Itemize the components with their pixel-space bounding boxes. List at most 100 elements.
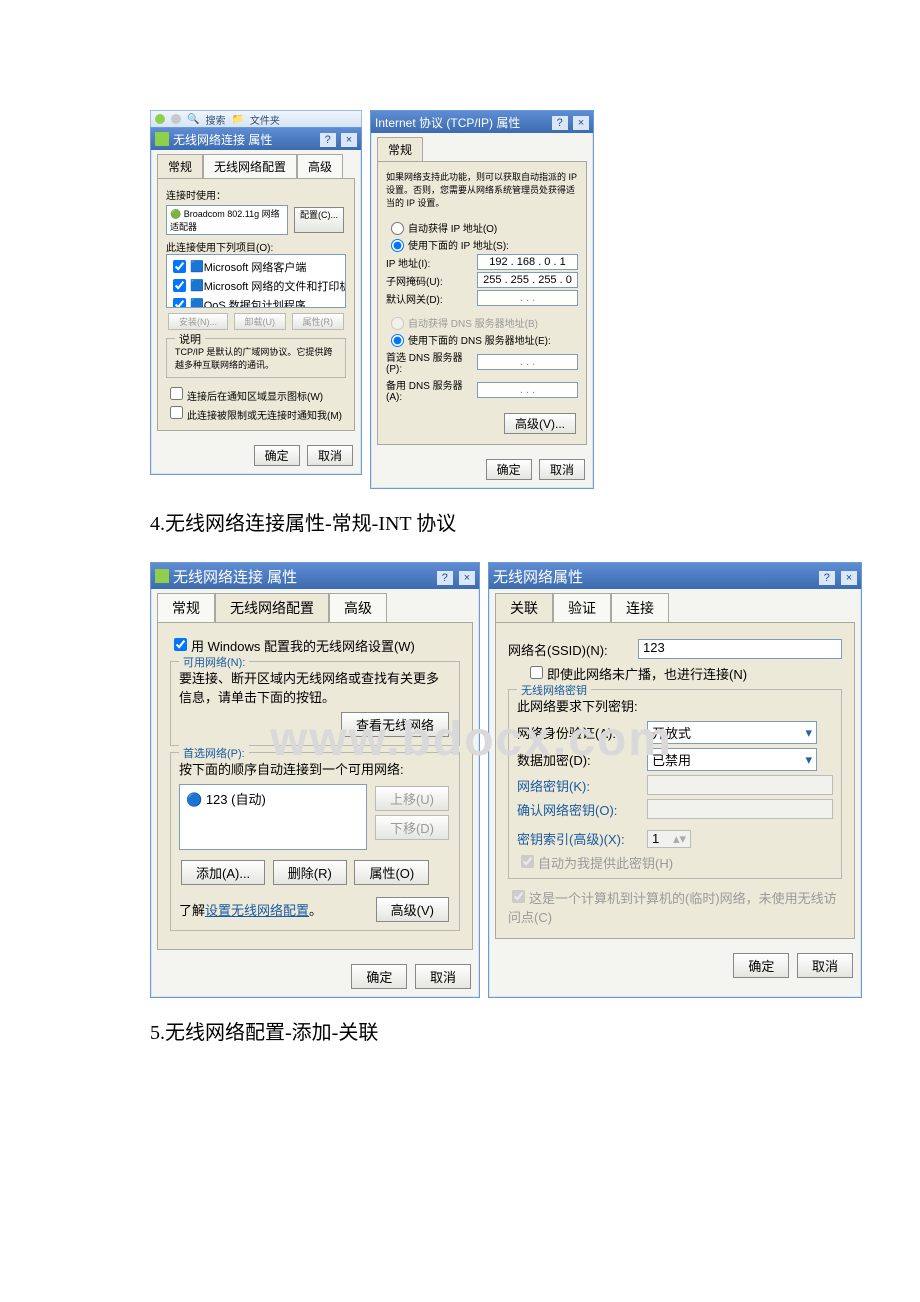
tab-wireless-config[interactable]: 无线网络配置	[215, 593, 329, 622]
ok-button[interactable]: 确定	[254, 445, 300, 466]
items-listbox[interactable]: 🟦Microsoft 网络客户端 🟦Microsoft 网络的文件和打印机共享 …	[166, 254, 346, 308]
toolbar-folders: 文件夹	[250, 112, 280, 127]
list-item-label: Microsoft 网络客户端	[204, 259, 307, 275]
window-title: 无线网络属性	[493, 566, 583, 587]
tab-authentication[interactable]: 验证	[553, 593, 611, 622]
close-button[interactable]: ×	[573, 116, 589, 130]
cancel-button[interactable]: 取消	[539, 459, 585, 480]
cancel-button[interactable]: 取消	[415, 964, 471, 989]
item-checkbox[interactable]	[173, 279, 186, 292]
spinner-icon: ▴▾	[673, 831, 686, 847]
explorer-toolbar: 🔍搜索 📁文件夹	[150, 110, 362, 127]
preferred-item: 123 (自动)	[206, 792, 266, 807]
tab-general[interactable]: 常规	[157, 154, 203, 178]
network-key-input	[647, 775, 833, 795]
auth-label: 网络身份验证(A):	[517, 723, 647, 742]
properties-button: 属性(R)	[292, 313, 345, 330]
auto-ip-radio[interactable]	[391, 222, 404, 235]
preferred-list[interactable]: 🔵 123 (自动)	[179, 784, 367, 850]
title-bar: Internet 协议 (TCP/IP) 属性 ? ×	[371, 111, 593, 133]
caption-4: 4.无线网络连接属性-常规-INT 协议	[150, 507, 920, 536]
window-icon	[155, 569, 169, 583]
ok-button[interactable]: 确定	[486, 459, 532, 480]
auto-ip-label: 自动获得 IP 地址(O)	[408, 220, 497, 235]
tab-association[interactable]: 关联	[495, 593, 553, 622]
notify-checkbox[interactable]	[170, 406, 183, 419]
install-button: 安装(N)...	[168, 313, 228, 330]
advanced-button[interactable]: 高级(V)...	[504, 413, 576, 434]
windows-config-checkbox[interactable]	[174, 638, 187, 651]
adhoc-label: 这是一个计算机到计算机的(临时)网络，未使用无线访问点(C)	[508, 891, 837, 925]
help-button[interactable]: ?	[320, 133, 336, 147]
uninstall-button: 卸载(U)	[234, 313, 287, 330]
close-button[interactable]: ×	[459, 571, 475, 585]
auto-provide-key-label: 自动为我提供此密钥(H)	[538, 856, 673, 871]
confirm-key-label: 确认网络密钥(O):	[517, 800, 647, 819]
help-button[interactable]: ?	[819, 571, 835, 585]
window-title: Internet 协议 (TCP/IP) 属性	[375, 114, 520, 131]
close-button[interactable]: ×	[341, 133, 357, 147]
ok-button[interactable]: 确定	[351, 964, 407, 989]
auto-dns-radio	[391, 317, 404, 330]
view-wireless-button[interactable]: 查看无线网络	[341, 712, 449, 737]
dns2-input[interactable]: . . .	[477, 382, 578, 398]
tab-general[interactable]: 常规	[377, 137, 423, 161]
learn-label: 了解	[179, 903, 205, 918]
tab-connection[interactable]: 连接	[611, 593, 669, 622]
auto-dns-label: 自动获得 DNS 服务器地址(B)	[408, 315, 538, 330]
auto-provide-key-checkbox	[521, 855, 534, 868]
encryption-label: 数据加密(D):	[517, 750, 647, 769]
window-icon	[155, 132, 169, 146]
show-icon-checkbox[interactable]	[170, 387, 183, 400]
delete-button[interactable]: 删除(R)	[273, 860, 347, 885]
item-checkbox[interactable]	[173, 298, 186, 308]
advanced-button[interactable]: 高级(V)	[376, 897, 449, 922]
learn-link[interactable]: 设置无线网络配置	[205, 903, 309, 918]
help-button[interactable]: ?	[437, 571, 453, 585]
caption-5: 5.无线网络配置-添加-关联	[150, 1016, 920, 1045]
encryption-select[interactable]: 已禁用▾	[647, 748, 817, 771]
dns2-label: 备用 DNS 服务器(A):	[386, 377, 477, 403]
use-dns-radio[interactable]	[391, 334, 404, 347]
dns1-label: 首选 DNS 服务器(P):	[386, 349, 477, 375]
ok-button[interactable]: 确定	[733, 953, 789, 978]
ip-address-input[interactable]: 192 . 168 . 0 . 1	[477, 254, 578, 270]
confirm-key-input	[647, 799, 833, 819]
title-bar: 无线网络属性 ? ×	[489, 563, 861, 589]
item-checkbox[interactable]	[173, 260, 186, 273]
description-title: 说明	[175, 331, 205, 347]
key-index-spinner: 1▴▾	[647, 830, 691, 848]
cancel-button[interactable]: 取消	[797, 953, 853, 978]
configure-button[interactable]: 配置(C)...	[294, 207, 344, 233]
tab-advanced[interactable]: 高级	[329, 593, 387, 622]
chevron-down-icon: ▾	[805, 752, 812, 768]
dns1-input[interactable]: . . .	[477, 354, 578, 370]
subnet-mask-input[interactable]: 255 . 255 . 255 . 0	[477, 272, 578, 288]
auth-select[interactable]: 开放式▾	[647, 721, 817, 744]
use-ip-radio[interactable]	[391, 239, 404, 252]
gateway-label: 默认网关(D):	[386, 291, 477, 306]
key-required-label: 此网络要求下列密钥:	[517, 696, 833, 715]
adapter-field: 🟢 Broadcom 802.11g 网络适配器	[166, 205, 288, 235]
properties-button[interactable]: 属性(O)	[354, 860, 429, 885]
help-button[interactable]: ?	[552, 116, 568, 130]
tab-wireless-config[interactable]: 无线网络配置	[203, 154, 297, 178]
add-button[interactable]: 添加(A)...	[181, 860, 265, 885]
list-item-label: Microsoft 网络的文件和打印机共享	[204, 278, 346, 294]
tab-general[interactable]: 常规	[157, 593, 215, 622]
connect-nonbroadcast-label: 即使此网络未广播，也进行连接(N)	[547, 667, 747, 682]
list-item-label: QoS 数据包计划程序	[204, 297, 306, 309]
description-text: TCP/IP 是默认的广域网协议。它提供跨越多种互联网络的通讯。	[175, 345, 337, 371]
gateway-input[interactable]: . . .	[477, 290, 578, 306]
connect-nonbroadcast-checkbox[interactable]	[530, 666, 543, 679]
cancel-button[interactable]: 取消	[307, 445, 353, 466]
tab-advanced[interactable]: 高级	[297, 154, 343, 178]
connect-using-label: 连接时使用：	[166, 187, 346, 202]
preferred-networks-desc: 按下面的顺序自动连接到一个可用网络:	[179, 759, 451, 778]
ssid-input[interactable]: 123	[638, 639, 842, 659]
subnet-mask-label: 子网掩码(U):	[386, 273, 477, 288]
chevron-down-icon: ▾	[805, 725, 812, 741]
window-title: 无线网络连接 属性	[173, 566, 297, 587]
close-button[interactable]: ×	[841, 571, 857, 585]
ssid-label: 网络名(SSID)(N):	[508, 640, 638, 659]
